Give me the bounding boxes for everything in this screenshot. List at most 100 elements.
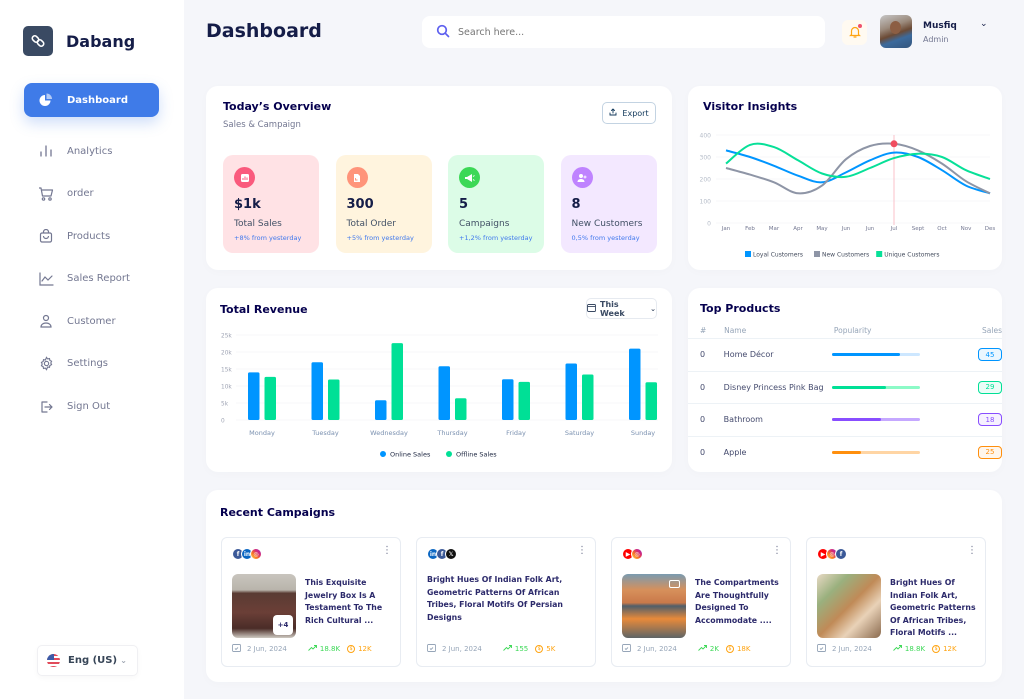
- y-tick-label: 100: [700, 199, 712, 206]
- export-button[interactable]: Export: [602, 102, 656, 124]
- stat-change: 0,5% from yesterday: [571, 234, 640, 242]
- notifications-button[interactable]: [842, 20, 867, 45]
- bar-online-sales-thursday[interactable]: [438, 366, 451, 420]
- popularity-bar-fill: [831, 450, 862, 454]
- campaign-card[interactable]: ▶ ◎ ⋮ The Compartments Are Thoughtfully D…: [611, 537, 791, 667]
- table-row[interactable]: 0 Disney Princess Pink Bag 29: [688, 370, 1002, 404]
- table-row[interactable]: 0 Bathroom 18: [688, 403, 1002, 436]
- visitor-insights-card: Visitor Insights 0 100 200 300 400 Jan Feb Mar A…: [688, 86, 1002, 270]
- highlight-point[interactable]: [890, 140, 898, 148]
- x-tick-label: Monday: [249, 429, 275, 437]
- campaign-text: Bright Hues Of Indian Folk Art, Geometri…: [427, 575, 563, 622]
- y-tick-label: 20k: [221, 351, 232, 357]
- sales-badge: 18: [978, 413, 1002, 427]
- table-row[interactable]: 0 Home Décor 45: [688, 338, 1002, 371]
- social-platforms: f in ◎: [232, 548, 262, 560]
- campaign-date: 2 Jun, 2024: [442, 644, 482, 653]
- total-revenue-card: Total Revenue This Week ⌄ 0 5k 10k 15k 20k 25…: [206, 288, 672, 472]
- more-options-icon[interactable]: ⋮: [382, 546, 392, 556]
- campaign-image[interactable]: [817, 574, 881, 638]
- y-tick-label: 300: [700, 155, 712, 162]
- campaign-image[interactable]: [622, 574, 686, 638]
- line-chart-icon: [38, 271, 54, 287]
- more-options-icon[interactable]: ⋮: [772, 546, 782, 556]
- campaign-card[interactable]: ▶ ◎ f ⋮ Bright Hues Of Indian Folk Art, Ge…: [806, 537, 986, 667]
- user-avatar[interactable]: [880, 15, 912, 48]
- bar-offline-sales-sunday[interactable]: [645, 382, 658, 420]
- sidebar-item-products[interactable]: Products: [24, 219, 159, 253]
- legend-label: Loyal Customers: [753, 252, 803, 259]
- todays-overview-card: Today’s Overview Sales & Campaign Export…: [206, 86, 672, 270]
- coin-icon: $: [535, 644, 544, 653]
- facebook-icon: f: [835, 548, 847, 560]
- sidebar-item-order[interactable]: order: [24, 177, 159, 211]
- sidebar: Dabang Dashboard Analytics order Product…: [0, 0, 184, 699]
- x-tick-label: Jun: [841, 226, 851, 232]
- sidebar-item-sales-report[interactable]: Sales Report: [24, 262, 159, 296]
- export-label: Export: [622, 108, 649, 118]
- language-selector[interactable]: Eng (US) ⌄: [37, 645, 138, 676]
- y-tick-label: 0: [221, 419, 225, 425]
- sidebar-item-dashboard[interactable]: Dashboard: [24, 83, 159, 117]
- stat-card-total-order: 300 Total Order +5% from yesterday: [335, 155, 432, 253]
- bar-offline-sales-saturday[interactable]: [582, 374, 594, 420]
- overview-title: Today’s Overview: [223, 100, 332, 113]
- stat-label: New Customers: [571, 219, 643, 229]
- video-icon: [669, 580, 680, 588]
- column-header: Sales: [982, 325, 1002, 335]
- product-rank: 0: [700, 415, 706, 425]
- bar-online-sales-wednesday[interactable]: [375, 400, 387, 420]
- campaign-card[interactable]: f in ◎ ⋮ +4 This Exquisite Jewelry Box Is …: [221, 537, 401, 667]
- stat-value: 8: [571, 197, 581, 212]
- x-tick-label: Jul: [890, 226, 898, 232]
- coin-icon: $: [347, 644, 356, 653]
- extra-images-count[interactable]: +4: [273, 615, 293, 635]
- legend-label: Online Sales: [390, 451, 431, 459]
- more-options-icon[interactable]: ⋮: [577, 546, 587, 556]
- campaign-text: Bright Hues Of Indian Folk Art, Geometri…: [890, 578, 976, 637]
- popularity-bar-fill: [831, 418, 881, 422]
- bar-online-sales-saturday[interactable]: [565, 363, 578, 420]
- bar-online-sales-tuesday[interactable]: [311, 362, 324, 420]
- bar-online-sales-friday[interactable]: [502, 379, 514, 420]
- bar-online-sales-sunday[interactable]: [629, 348, 641, 420]
- bar-online-sales-monday[interactable]: [248, 372, 260, 420]
- x-tick-label: Tuesday: [311, 429, 339, 437]
- search-input[interactable]: [458, 26, 788, 38]
- sidebar-item-sign-out[interactable]: Sign Out: [24, 390, 159, 424]
- product-name: Bathroom: [723, 415, 763, 425]
- bar-offline-sales-tuesday[interactable]: [328, 379, 340, 420]
- x-tick-label: Nov: [961, 226, 972, 232]
- more-options-icon[interactable]: ⋮: [967, 546, 977, 556]
- legend-swatch: [876, 251, 883, 257]
- campaign-image[interactable]: +4: [232, 574, 296, 638]
- bar-offline-sales-monday[interactable]: [264, 376, 277, 420]
- legend-swatch: [380, 451, 386, 457]
- sidebar-item-customer[interactable]: Customer: [24, 304, 159, 338]
- sidebar-item-settings[interactable]: Settings: [24, 347, 159, 381]
- column-header: #: [700, 325, 707, 335]
- link-icon: [23, 26, 53, 56]
- app-logo[interactable]: Dabang: [23, 26, 135, 56]
- sidebar-item-analytics[interactable]: Analytics: [24, 134, 159, 168]
- bar-offline-sales-wednesday[interactable]: [391, 343, 404, 420]
- bar-offline-sales-thursday[interactable]: [455, 398, 467, 420]
- top-products-title: Top Products: [700, 302, 781, 315]
- series-line-unique-customers: [725, 142, 991, 180]
- bar-offline-sales-friday[interactable]: [518, 381, 531, 420]
- column-header: Popularity: [833, 325, 872, 335]
- stat-value: 300: [346, 197, 374, 212]
- sidebar-item-label: Sales Report: [67, 273, 130, 285]
- recent-campaigns-title: Recent Campaigns: [220, 506, 336, 519]
- campaign-reach: 2K: [709, 644, 719, 653]
- x-tick-label: Jun: [865, 226, 875, 232]
- campaign-card[interactable]: in f 𝕏 ⋮ Bright Hues Of Indian Folk Art, G…: [416, 537, 596, 667]
- stat-change: +5% from yesterday: [346, 234, 414, 242]
- user-name: Musfiq: [923, 21, 957, 31]
- table-row[interactable]: 0 Apple 25: [688, 435, 1002, 469]
- document-icon: [346, 167, 368, 188]
- calendar-icon: [622, 643, 631, 654]
- bar-chart-icon: [38, 143, 54, 159]
- search-bar[interactable]: [422, 16, 825, 48]
- user-menu-chevron-icon[interactable]: ⌄: [980, 19, 988, 29]
